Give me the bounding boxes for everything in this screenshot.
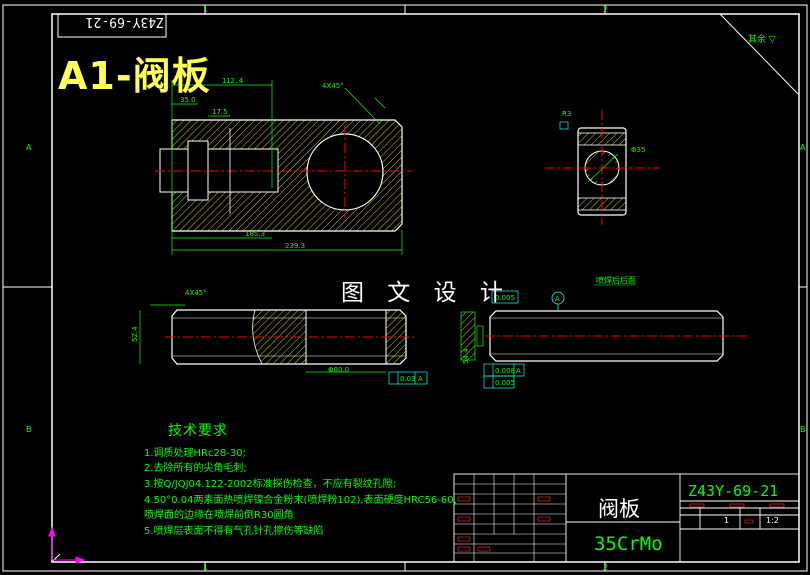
tol-0-008: 0.008 <box>495 367 515 375</box>
dim-17-5: 17.5 <box>212 108 228 116</box>
dim-chamfer-top: 4X45° <box>322 82 344 90</box>
drawing-title: A1-阀板 <box>58 54 211 98</box>
zone-letter-a-left: A <box>26 143 32 152</box>
zone-number-1-top: 1 <box>203 5 208 14</box>
axis-origin-icon <box>48 526 86 564</box>
datum-a-letter: A <box>555 295 560 303</box>
dim-52-4: 52.4 <box>131 326 139 342</box>
tech-req-item-2: 2.去除所有的尖角毛刺; <box>144 463 247 474</box>
top-view: 112.4 35.0 17.5 4X45° 185.3 239.3 <box>155 77 412 255</box>
tol-0-005-bottom: 0.005 <box>495 379 515 387</box>
tol-datum-a-2: A <box>516 367 521 375</box>
surface-finish-note: 其余 ▽ <box>748 33 776 45</box>
zone-number-1-bottom: 1 <box>203 563 208 572</box>
sheet-number: 1 <box>724 516 729 525</box>
dim-112-4: 112.4 <box>222 77 243 85</box>
tol-0-03: 0.03 <box>400 375 416 383</box>
title-block-part-name: 阀板 <box>598 497 640 521</box>
tech-req-item-3: 3.按Q/JQJ04.122-2002标准探伤检查，不应有裂纹孔隙; <box>144 479 396 490</box>
title-block-material: 35CrMo <box>594 533 663 555</box>
title-block-drawing-number: Z43Y-69-21 <box>688 482 779 500</box>
tech-req-item-5: 5.喷焊层表面不得有气孔针孔擦伤等缺陷 <box>144 526 324 537</box>
tech-req-item-4b: 喷焊面的边缘在喷焊前倒R30圆角 <box>144 510 294 521</box>
tech-req-item-4: 4.50°0.04两素面热喷焊镍合金粉末(喷焊粉102),表面硬度HRC56-6… <box>144 495 457 506</box>
dim-185-3: 185.3 <box>245 230 265 238</box>
title-block-grid <box>454 474 566 562</box>
dim-239-3: 239.3 <box>285 242 305 250</box>
dim-phi35: Φ35 <box>631 146 645 154</box>
tol-datum-a: A <box>418 375 423 383</box>
top-left-box-text: Z43Y-69-21 <box>86 14 164 29</box>
scale-value: 1:2 <box>766 516 779 525</box>
view-label: 喷焊后后面 <box>596 275 636 285</box>
tech-req-heading: 技术要求 <box>168 423 228 439</box>
zone-letter-b-right: B <box>800 425 806 434</box>
dim-phi80: Φ80.0 <box>328 366 349 374</box>
zone-letter-b-left: B <box>26 425 32 434</box>
zone-letter-a-right: A <box>800 143 806 152</box>
zone-number-2-bottom: 2 <box>603 563 608 572</box>
dim-r3: R3 <box>562 110 571 118</box>
tech-req-item-1: 1.调质处理HRc28-30; <box>144 448 246 459</box>
dim-54-4: 54.4 <box>462 348 470 364</box>
dim-chamfer-bottom: 4X45° <box>185 289 207 297</box>
watermark-text: 图 文 设 计 <box>341 280 511 306</box>
zone-number-2-top: 2 <box>603 5 608 14</box>
side-view: R3 Φ35 <box>545 110 660 225</box>
